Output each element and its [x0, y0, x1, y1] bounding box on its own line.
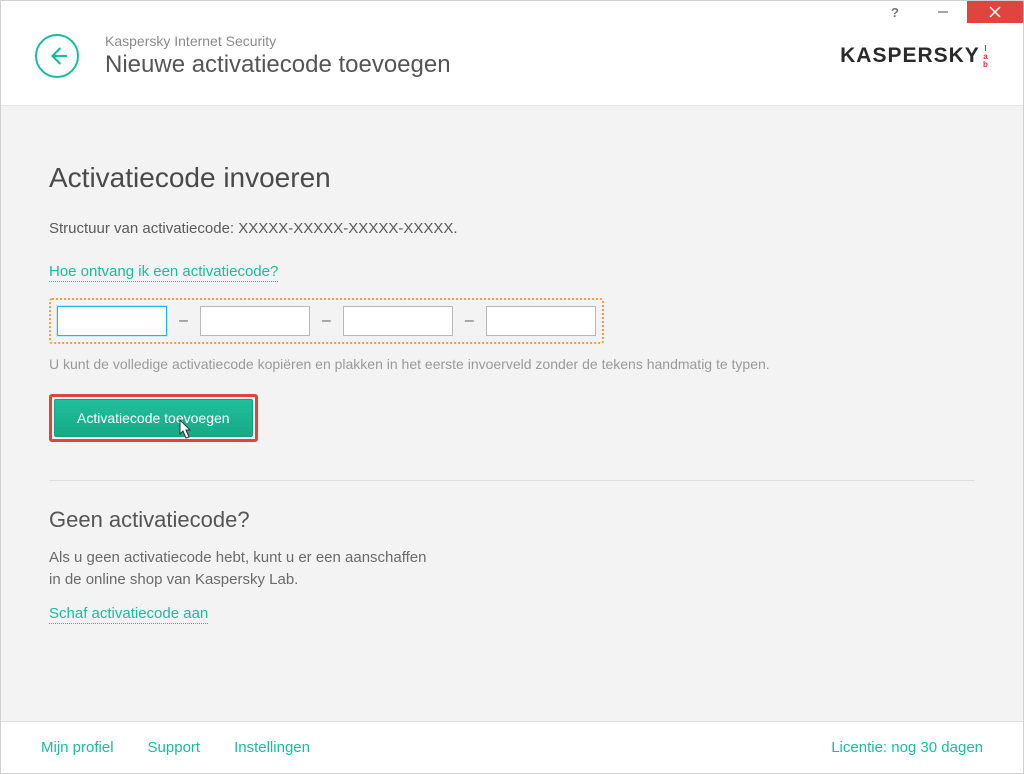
window-titlebar: ? — [1, 1, 1023, 23]
section-divider — [49, 480, 975, 481]
brand-suffix: lab — [982, 44, 989, 68]
brand-logo: KASPERSKY lab — [840, 44, 989, 68]
footer-settings-link[interactable]: Instellingen — [234, 739, 310, 756]
footer-support-link[interactable]: Support — [148, 739, 201, 756]
paste-hint-text: U kunt de volledige activatiecode kopiër… — [49, 356, 975, 372]
dash-separator: – — [465, 312, 474, 330]
no-code-line1: Als u geen activatiecode hebt, kunt u er… — [49, 549, 427, 566]
no-code-body: Als u geen activatiecode hebt, kunt u er… — [49, 547, 975, 591]
no-code-line2: in de online shop van Kaspersky Lab. — [49, 571, 298, 588]
header: Kaspersky Internet Security Nieuwe activ… — [1, 23, 1023, 106]
how-to-get-code-link[interactable]: Hoe ontvang ik een activatiecode? — [49, 263, 278, 282]
footer: Mijn profiel Support Instellingen Licent… — [1, 721, 1023, 773]
section-heading: Activatiecode invoeren — [49, 162, 975, 194]
code-input-3[interactable] — [343, 306, 453, 336]
buy-code-link[interactable]: Schaf activatiecode aan — [49, 605, 208, 624]
license-status-link[interactable]: Licentie: nog 30 dagen — [831, 739, 983, 756]
brand-main: KASPERSKY — [840, 44, 980, 68]
content-area: Activatiecode invoeren Structuur van act… — [1, 106, 1023, 721]
activation-code-group: – – – — [49, 298, 604, 344]
dash-separator: – — [179, 312, 188, 330]
minimize-button[interactable] — [919, 1, 967, 23]
close-button[interactable] — [967, 1, 1023, 23]
code-input-2[interactable] — [200, 306, 310, 336]
back-button[interactable] — [35, 34, 79, 78]
no-code-heading: Geen activatiecode? — [49, 507, 975, 533]
arrow-left-icon — [46, 45, 68, 67]
code-input-4[interactable] — [486, 306, 596, 336]
footer-profile-link[interactable]: Mijn profiel — [41, 739, 114, 756]
dash-separator: – — [322, 312, 331, 330]
app-name: Kaspersky Internet Security — [105, 33, 840, 49]
submit-highlight-frame: Activatiecode toevoegen — [49, 394, 258, 442]
app-window: ? Kaspersky Internet Security Nieuwe act… — [0, 0, 1024, 774]
add-activation-code-button[interactable]: Activatiecode toevoegen — [54, 399, 253, 437]
help-button[interactable]: ? — [871, 1, 919, 23]
code-structure-text: Structuur van activatiecode: XXXXX-XXXXX… — [49, 220, 975, 237]
code-input-1[interactable] — [57, 306, 167, 336]
page-title: Nieuwe activatiecode toevoegen — [105, 51, 840, 79]
